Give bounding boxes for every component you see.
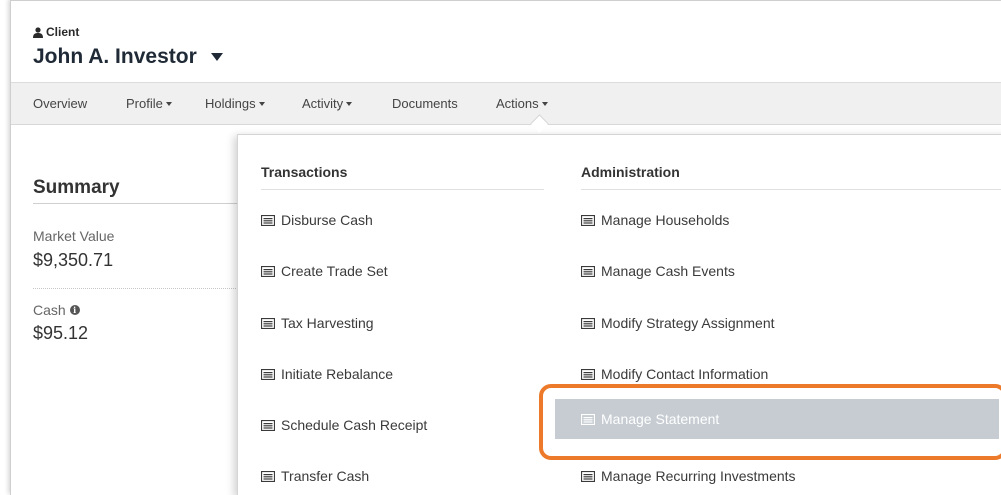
list-icon <box>261 419 275 431</box>
list-icon <box>261 317 275 329</box>
divider <box>33 288 238 289</box>
menu-item-manage-cash-events[interactable]: Manage Cash Events <box>581 251 735 291</box>
transactions-heading: Transactions <box>261 164 348 180</box>
menu-item-modify-strategy-assignment[interactable]: Modify Strategy Assignment <box>581 303 775 343</box>
nav-tab-label: Overview <box>33 96 88 111</box>
nav-tab-holdings[interactable]: Holdings <box>205 96 265 111</box>
list-icon <box>261 368 275 380</box>
menu-item-manage-statement[interactable]: Manage Statement <box>555 399 999 439</box>
divider <box>581 189 1001 190</box>
summary-title: Summary <box>33 177 120 198</box>
user-icon <box>33 26 43 38</box>
dropdown-pointer <box>530 114 549 133</box>
caret-down-icon <box>258 101 265 106</box>
actions-dropdown-menu: Transactions Administration Disburse Cas… <box>237 134 1001 495</box>
client-name: John A. Investor <box>33 45 197 68</box>
list-icon <box>581 470 595 482</box>
divider <box>33 203 243 204</box>
menu-item-schedule-cash-receipt[interactable]: Schedule Cash Receipt <box>261 405 427 445</box>
metric-label-text: Cash <box>33 302 66 318</box>
market-value-label: Market Value <box>33 228 114 244</box>
administration-heading: Administration <box>581 164 680 180</box>
menu-item-label: Initiate Rebalance <box>281 366 394 382</box>
menu-item-create-trade-set[interactable]: Create Trade Set <box>261 251 388 291</box>
nav-tab-label: Documents <box>392 96 458 111</box>
nav-tab-label: Actions <box>496 96 539 111</box>
menu-item-manage-households[interactable]: Manage Households <box>581 200 729 240</box>
menu-item-transfer-cash[interactable]: Transfer Cash <box>261 456 369 495</box>
menu-item-label: Manage Recurring Investments <box>601 468 796 484</box>
menu-item-tax-harvesting[interactable]: Tax Harvesting <box>261 303 374 343</box>
list-icon <box>581 317 595 329</box>
app-window: Client John A. Investor Overview Profile… <box>10 0 1001 495</box>
list-icon <box>581 368 595 380</box>
nav-tab-actions[interactable]: Actions <box>496 96 548 111</box>
client-name-selector[interactable]: John A. Investor <box>33 45 223 69</box>
list-icon <box>261 265 275 277</box>
menu-item-label: Modify Strategy Assignment <box>601 315 775 331</box>
menu-item-label: Manage Households <box>601 212 730 228</box>
menu-item-label: Modify Contact Information <box>601 366 769 382</box>
info-icon[interactable]: i <box>69 305 80 315</box>
client-label: Client <box>33 25 79 39</box>
list-icon <box>581 214 595 226</box>
divider <box>261 189 544 190</box>
nav-tab-label: Activity <box>302 96 344 111</box>
menu-item-initiate-rebalance[interactable]: Initiate Rebalance <box>261 354 393 394</box>
menu-item-label: Create Trade Set <box>281 263 388 279</box>
caret-down-icon <box>346 101 353 106</box>
list-icon <box>581 413 595 425</box>
client-nav-bar: Overview Profile Holdings Activity Docum… <box>11 82 1001 133</box>
list-icon <box>261 214 275 226</box>
menu-item-label: Transfer Cash <box>281 468 370 484</box>
menu-item-manage-recurring-investments[interactable]: Manage Recurring Investments <box>581 456 796 495</box>
menu-item-disburse-cash[interactable]: Disburse Cash <box>261 200 373 240</box>
nav-tab-documents[interactable]: Documents <box>392 96 458 111</box>
nav-tab-label: Holdings <box>205 96 256 111</box>
market-value: $9,350.71 <box>33 250 114 270</box>
caret-down-icon[interactable] <box>210 53 223 61</box>
cash-label: Cash i <box>33 302 80 318</box>
client-header: Client John A. Investor <box>11 1 1001 81</box>
metric-label-text: Market Value <box>33 228 115 244</box>
nav-tab-profile[interactable]: Profile <box>126 96 172 111</box>
menu-item-label: Schedule Cash Receipt <box>281 417 428 433</box>
menu-item-label: Manage Cash Events <box>601 263 735 279</box>
nav-tab-label: Profile <box>126 96 163 111</box>
menu-item-label: Manage Statement <box>601 411 720 427</box>
list-icon <box>261 470 275 482</box>
menu-item-label: Tax Harvesting <box>281 315 374 331</box>
nav-tab-overview[interactable]: Overview <box>33 96 87 111</box>
list-icon <box>581 265 595 277</box>
caret-down-icon <box>541 101 548 106</box>
cash-value: $95.12 <box>33 323 89 343</box>
nav-tab-activity[interactable]: Activity <box>302 96 353 111</box>
caret-down-icon <box>165 101 172 106</box>
menu-item-modify-contact-information[interactable]: Modify Contact Information <box>581 354 768 394</box>
client-label-text: Client <box>46 25 80 39</box>
menu-item-label: Disburse Cash <box>281 212 373 228</box>
